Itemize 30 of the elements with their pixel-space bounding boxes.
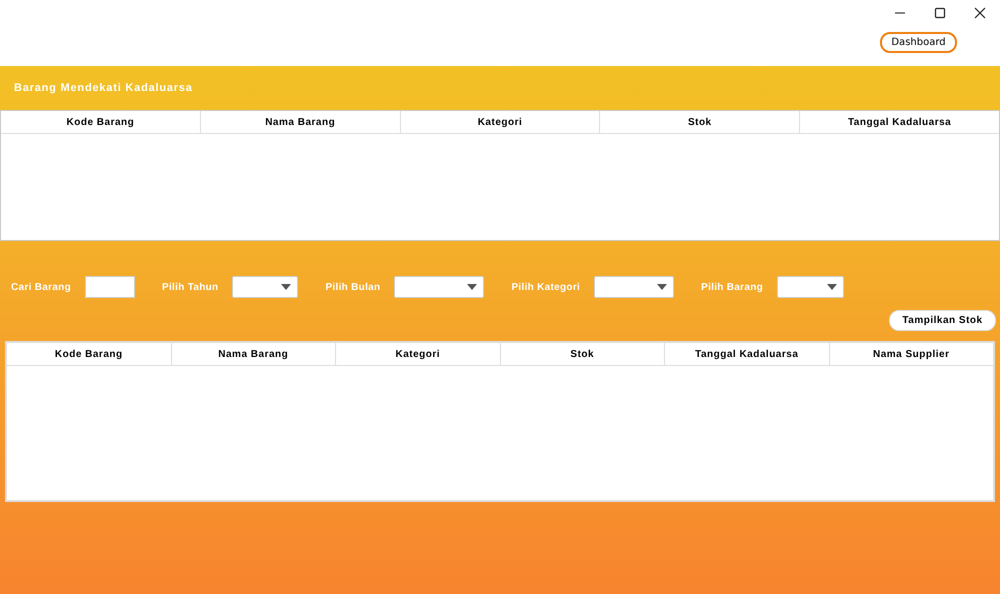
column-header[interactable]: Tanggal Kadaluarsa xyxy=(665,343,830,365)
column-header[interactable]: Kategori xyxy=(400,111,600,133)
caret-icon xyxy=(657,284,668,290)
section-title: Barang Mendekati Kadaluarsa xyxy=(14,82,193,94)
dropdown[interactable] xyxy=(394,276,484,298)
caret-icon xyxy=(467,284,478,290)
filter-label: Pilih Barang xyxy=(701,282,764,292)
filter-label: Pilih Kategori xyxy=(511,282,580,292)
dropdown[interactable] xyxy=(232,276,298,298)
column-header[interactable]: Kode Barang xyxy=(7,343,172,365)
column-header[interactable]: Kode Barang xyxy=(1,111,201,133)
filter-label: Pilih Tahun xyxy=(162,282,218,292)
column-header[interactable]: Nama Barang xyxy=(200,111,401,133)
caret-icon xyxy=(281,284,292,290)
column-header[interactable]: Kategori xyxy=(336,343,500,365)
show-stock-button[interactable]: Tampilkan Stok xyxy=(889,310,996,331)
maximize-icon[interactable] xyxy=(934,7,946,19)
dropdown[interactable] xyxy=(777,276,844,298)
column-header[interactable]: Stok xyxy=(500,343,665,365)
filter-label: Pilih Bulan xyxy=(325,282,380,292)
filter-label: Cari Barang xyxy=(11,282,71,292)
dropdown[interactable] xyxy=(594,276,674,298)
dashboard-button[interactable]: Dashboard xyxy=(880,32,957,53)
column-header[interactable]: Stok xyxy=(600,111,800,133)
column-header[interactable]: Nama Barang xyxy=(172,343,336,365)
search-field[interactable] xyxy=(85,276,135,298)
caret-icon xyxy=(827,284,838,290)
column-header[interactable]: Tanggal Kadaluarsa xyxy=(800,111,999,133)
close-icon[interactable] xyxy=(974,7,986,19)
column-header[interactable]: Nama Supplier xyxy=(830,343,993,365)
